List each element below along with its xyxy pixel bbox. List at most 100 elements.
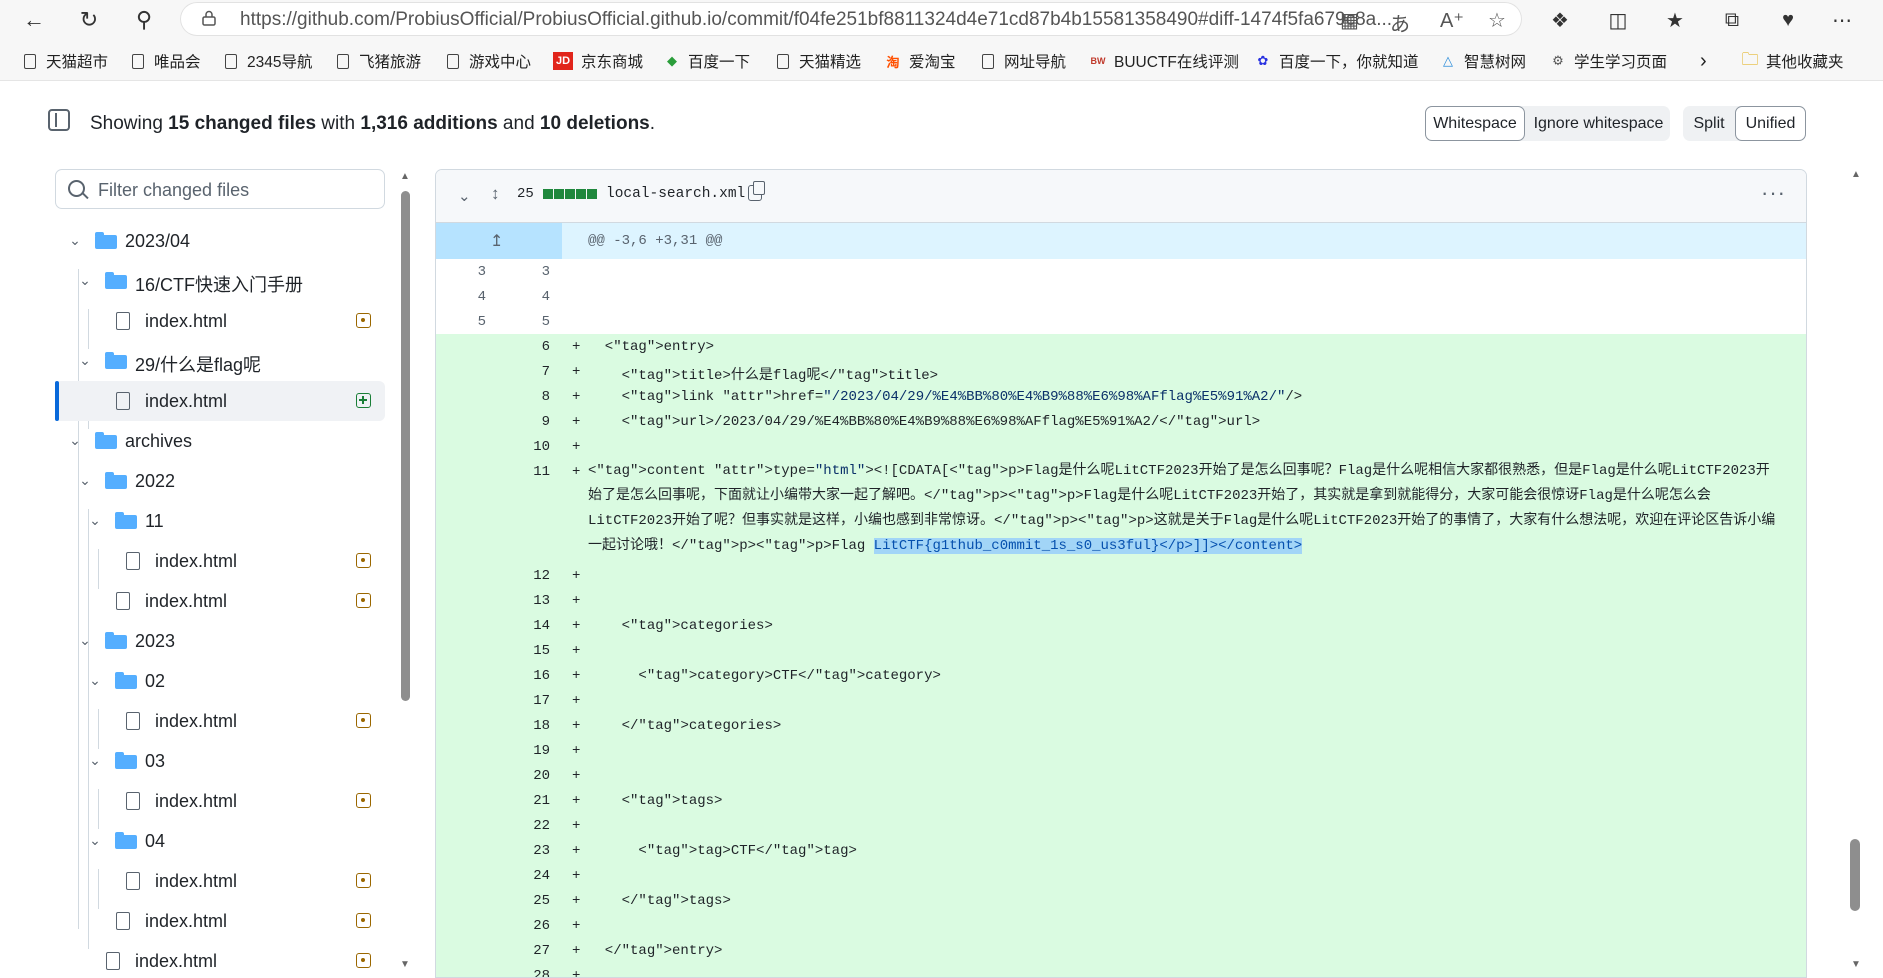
tree-folder-11[interactable]: ⌄ 11 xyxy=(55,501,385,541)
diff-filename[interactable]: local-search.xml xyxy=(606,186,745,202)
new-line-number[interactable]: 9 xyxy=(510,414,550,430)
new-line-number[interactable]: 10 xyxy=(510,439,550,455)
split-button[interactable]: Split xyxy=(1683,106,1735,141)
address-bar[interactable]: https://github.com/ProbiusOfficial/Probi… xyxy=(180,2,1522,36)
chevron-down-icon[interactable]: ⌄ xyxy=(458,187,471,205)
search-icon[interactable]: ⚲ xyxy=(128,6,160,34)
expand-up-icon[interactable]: ↥ xyxy=(490,231,503,251)
favorites-icon[interactable]: ★ xyxy=(1660,6,1690,34)
new-line-number[interactable]: 20 xyxy=(510,768,550,784)
new-line-number[interactable]: 3 xyxy=(510,264,550,280)
hunk-gutter: ↥ xyxy=(436,223,562,259)
tree-folder-02[interactable]: ⌄ 02 xyxy=(55,661,385,701)
old-line-number[interactable]: 3 xyxy=(446,264,486,280)
browser-essentials-icon[interactable]: ♥ xyxy=(1773,6,1803,34)
tree-file[interactable]: index.html xyxy=(55,701,385,741)
new-line-number[interactable]: 27 xyxy=(510,943,550,959)
translate-icon[interactable]: あ xyxy=(1390,8,1410,37)
bookmark[interactable]: 淘爱淘宝 xyxy=(885,50,955,72)
favorite-star-icon[interactable]: ☆ xyxy=(1488,8,1506,33)
bookmark[interactable]: ⚙ 学生学习页面 xyxy=(1550,50,1667,72)
new-line-number[interactable]: 15 xyxy=(510,643,550,659)
new-line-number[interactable]: 12 xyxy=(510,568,550,584)
expand-all-icon[interactable]: ↕ xyxy=(491,184,500,204)
kebab-menu-icon[interactable]: ··· xyxy=(1761,180,1786,206)
tree-file[interactable]: index.html xyxy=(55,301,385,341)
bookmark[interactable]: 天猫精选 xyxy=(775,50,861,72)
new-line-number[interactable]: 5 xyxy=(510,314,550,330)
bookmark[interactable]: △ 智慧树网 xyxy=(1440,50,1526,72)
scroll-up-icon[interactable]: ▲ xyxy=(1851,169,1861,180)
new-line-number[interactable]: 18 xyxy=(510,718,550,734)
tree-folder-2023[interactable]: ⌄ 2023 xyxy=(55,621,385,661)
new-line-number[interactable]: 23 xyxy=(510,843,550,859)
new-line-number[interactable]: 25 xyxy=(510,893,550,909)
more-menu-icon[interactable]: ⋯ xyxy=(1827,6,1857,34)
bookmark[interactable]: JD 京东商城 xyxy=(553,50,643,72)
new-line-number[interactable]: 28 xyxy=(510,968,550,977)
scroll-down-icon[interactable]: ▼ xyxy=(1851,959,1861,970)
extensions-icon[interactable]: ❖ xyxy=(1545,6,1575,34)
tree-folder-04[interactable]: ⌄ 04 xyxy=(55,821,385,861)
bookmark-folder[interactable]: 🗀 其他收藏夹 xyxy=(1742,50,1844,72)
new-line-number[interactable]: 16 xyxy=(510,668,550,684)
bookmark[interactable]: ◆ 百度一下 xyxy=(664,50,750,72)
unified-button[interactable]: Unified xyxy=(1735,106,1806,141)
copy-icon[interactable] xyxy=(748,181,765,201)
tree-folder-2022[interactable]: ⌄ 2022 xyxy=(55,461,385,501)
page-scrollbar[interactable]: ▲ ▼ xyxy=(1848,169,1864,976)
filter-files-input[interactable] xyxy=(96,178,380,202)
bookmark[interactable]: 天猫超市 xyxy=(22,50,108,72)
new-line-number[interactable]: 6 xyxy=(510,339,550,355)
scroll-up-icon[interactable]: ▲ xyxy=(400,171,410,182)
collections-icon[interactable]: ⧉ xyxy=(1717,6,1747,34)
reload-icon[interactable]: ↻ xyxy=(73,6,105,34)
bookmark[interactable]: 网址导航 xyxy=(980,50,1066,72)
scrollbar-thumb[interactable] xyxy=(401,191,410,701)
new-line-number[interactable]: 11 xyxy=(510,464,550,480)
new-line-number[interactable]: 21 xyxy=(510,793,550,809)
tree-file[interactable]: index.html xyxy=(55,901,385,941)
scrollbar-thumb[interactable] xyxy=(1850,839,1860,911)
bookmark[interactable]: 游戏中心 xyxy=(445,50,531,72)
tree-folder-2023-04[interactable]: ⌄ 2023/04 xyxy=(55,221,385,261)
split-screen-icon[interactable]: ◫ xyxy=(1603,6,1633,34)
whitespace-button[interactable]: Whitespace xyxy=(1425,106,1525,141)
tree-file[interactable]: index.html xyxy=(55,861,385,901)
back-icon[interactable]: ← xyxy=(18,6,50,34)
sidebar-toggle-icon[interactable] xyxy=(48,109,70,131)
filter-files-box[interactable] xyxy=(55,169,385,209)
ignore-whitespace-button[interactable]: Ignore whitespace xyxy=(1527,106,1670,141)
bookmark[interactable]: 飞猪旅游 xyxy=(335,50,421,72)
bookmark[interactable]: BW BUUCTF在线评测 xyxy=(1090,50,1239,72)
new-line-number[interactable]: 26 xyxy=(510,918,550,934)
tree-file[interactable]: index.html xyxy=(55,541,385,581)
new-line-number[interactable]: 8 xyxy=(510,389,550,405)
scroll-down-icon[interactable]: ▼ xyxy=(400,959,410,970)
tree-folder-29[interactable]: ⌄ 29/什么是flag呢 xyxy=(55,341,385,381)
app-grid-icon[interactable]: ▦ xyxy=(1340,8,1359,33)
new-line-number[interactable]: 14 xyxy=(510,618,550,634)
new-line-number[interactable]: 19 xyxy=(510,743,550,759)
bookmark[interactable]: 2345导航 xyxy=(223,50,312,72)
new-line-number[interactable]: 13 xyxy=(510,593,550,609)
tree-file-active[interactable]: index.html xyxy=(55,381,385,421)
new-line-number[interactable]: 24 xyxy=(510,868,550,884)
tree-file[interactable]: index.html xyxy=(55,941,385,976)
file-tree-scrollbar[interactable]: ▲ ▼ xyxy=(398,169,414,976)
bookmark[interactable]: 唯品会 xyxy=(130,50,201,72)
new-line-number[interactable]: 17 xyxy=(510,693,550,709)
tree-folder-16[interactable]: ⌄ 16/CTF快速入门手册 xyxy=(55,261,385,301)
tree-file[interactable]: index.html xyxy=(55,581,385,621)
chevron-right-icon[interactable]: › xyxy=(1700,50,1707,72)
read-aloud-icon[interactable]: A⁺ xyxy=(1440,8,1464,33)
tree-folder-03[interactable]: ⌄ 03 xyxy=(55,741,385,781)
bookmark[interactable]: ✿ 百度一下，你就知道 xyxy=(1255,50,1419,72)
new-line-number[interactable]: 4 xyxy=(510,289,550,305)
old-line-number[interactable]: 4 xyxy=(446,289,486,305)
new-line-number[interactable]: 7 xyxy=(510,364,550,380)
old-line-number[interactable]: 5 xyxy=(446,314,486,330)
new-line-number[interactable]: 22 xyxy=(510,818,550,834)
tree-file[interactable]: index.html xyxy=(55,781,385,821)
tree-folder-archives[interactable]: ⌄ archives xyxy=(55,421,385,461)
